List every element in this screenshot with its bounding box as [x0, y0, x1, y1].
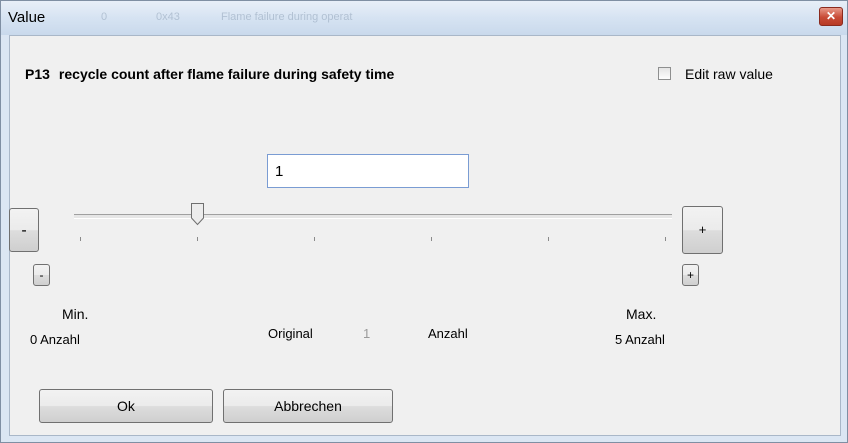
value-dialog: Value 0 0x43 Flame failure during operat…	[0, 0, 848, 443]
max-value: 5 Anzahl	[615, 332, 665, 347]
close-icon: ✕	[825, 9, 837, 23]
ghost-fragment: Flame failure during operat	[221, 11, 353, 23]
min-label: Min.	[62, 306, 89, 322]
background-title-ghost: 0 0x43 Flame failure during operat	[101, 7, 761, 29]
parameter-name: recycle count after flame failure during…	[58, 66, 395, 82]
ok-button[interactable]: Ok	[39, 389, 213, 423]
window-title: Value	[8, 9, 46, 26]
edit-raw-value-checkbox[interactable]	[658, 67, 671, 80]
close-button[interactable]: ✕	[819, 7, 843, 26]
slider-tick	[80, 237, 81, 241]
cancel-button[interactable]: Abbrechen	[223, 389, 393, 423]
max-label: Max.	[626, 306, 657, 322]
slider-thumb[interactable]	[190, 202, 205, 226]
unit-label: Anzahl	[428, 326, 468, 341]
decrement-button[interactable]: -	[9, 208, 39, 252]
parameter-id: P13	[25, 66, 50, 82]
value-input[interactable]: 1	[267, 154, 469, 188]
ghost-fragment: 0	[101, 11, 108, 23]
parameter-title: P13 recycle count after flame failure dur…	[25, 66, 394, 82]
edit-raw-value-label[interactable]: Edit raw value	[685, 66, 773, 82]
original-value: 1	[363, 326, 371, 341]
dialog-body: P13 recycle count after flame failure dur…	[9, 35, 841, 436]
slider-tick	[665, 237, 666, 241]
decrement-small-button[interactable]: -	[33, 264, 50, 286]
slider-tick	[548, 237, 549, 241]
slider-tick	[314, 237, 315, 241]
original-label: Original	[268, 326, 313, 341]
min-value: 0 Anzahl	[30, 332, 80, 347]
increment-button[interactable]: +	[682, 206, 723, 254]
slider-track[interactable]	[74, 214, 672, 219]
ghost-fragment: 0x43	[156, 11, 180, 23]
slider-tick	[431, 237, 432, 241]
slider-tick	[197, 237, 198, 241]
title-bar[interactable]: Value 0 0x43 Flame failure during operat…	[1, 1, 847, 35]
increment-small-button[interactable]: +	[682, 264, 699, 286]
